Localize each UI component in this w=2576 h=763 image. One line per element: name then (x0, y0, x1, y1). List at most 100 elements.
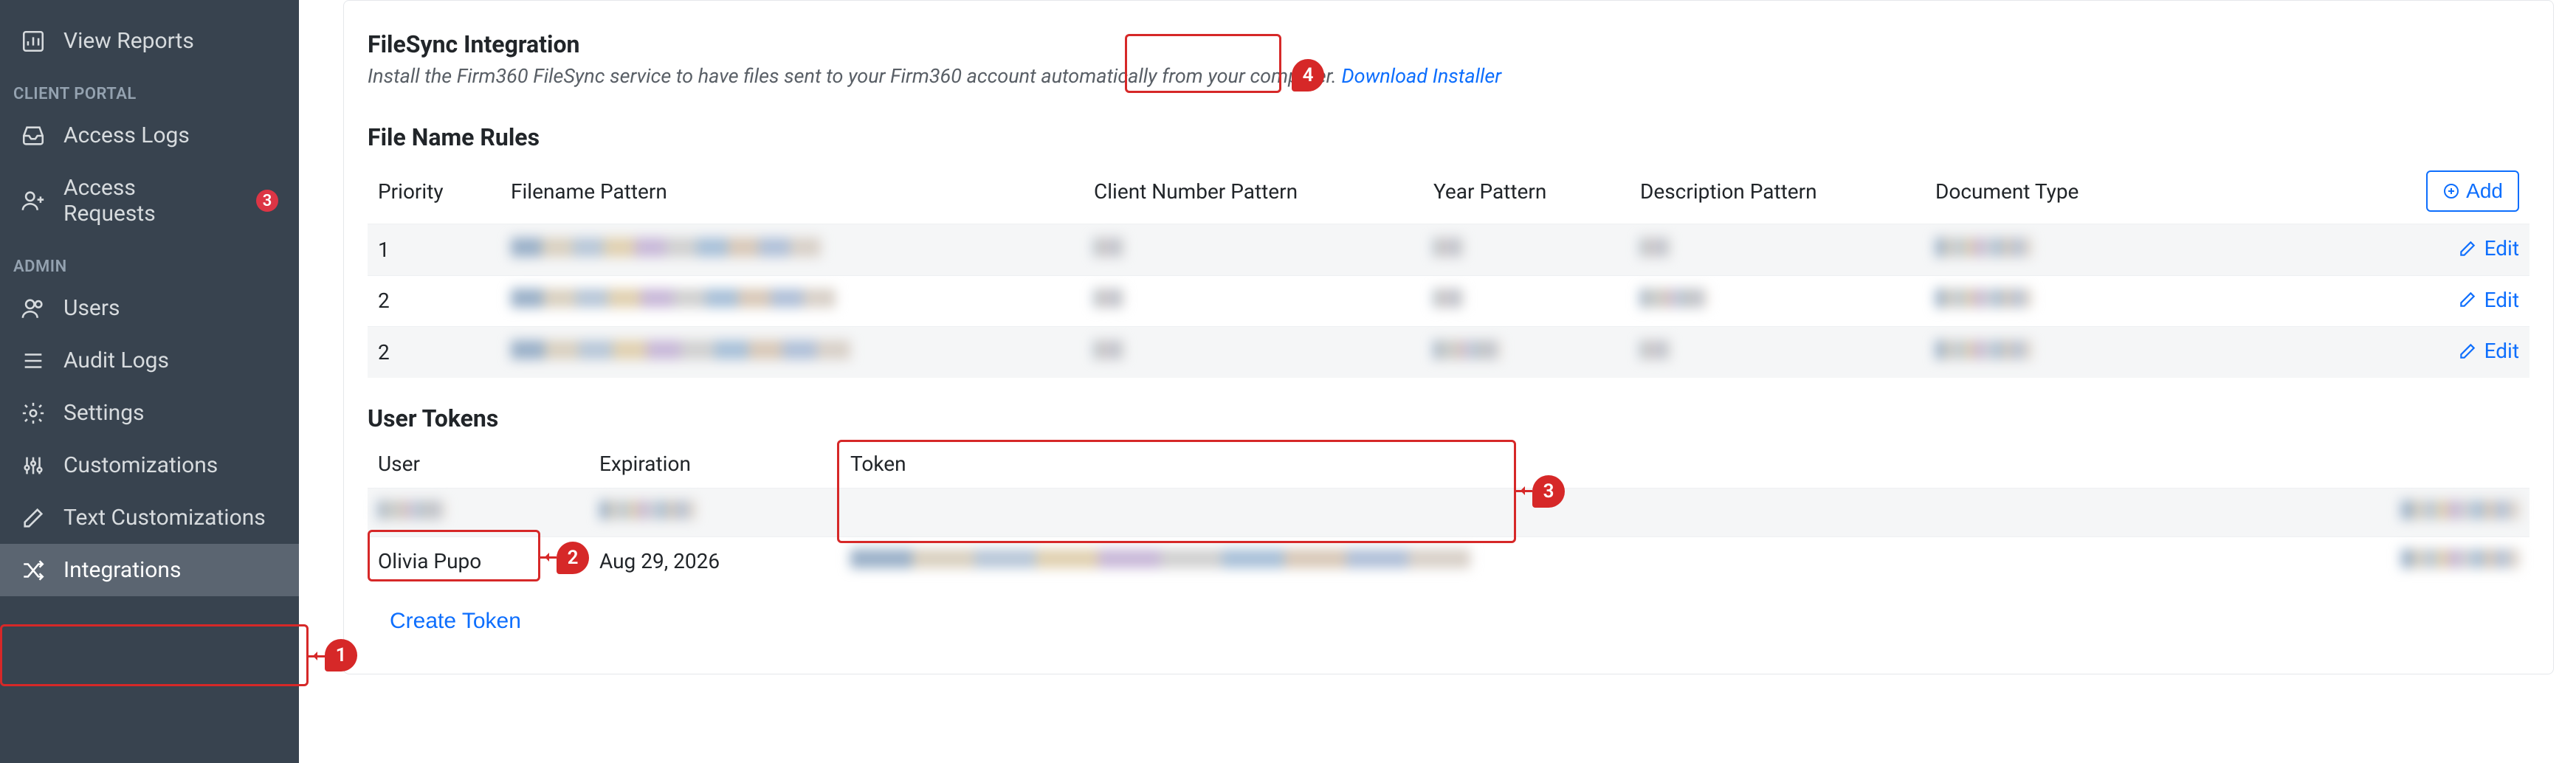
sliders-icon (21, 453, 46, 478)
filesync-title: FileSync Integration (368, 30, 2529, 58)
access-requests-badge: 3 (256, 190, 278, 212)
col-token: Token (840, 440, 2338, 488)
shuffle-icon (21, 558, 46, 583)
redacted-content (2401, 549, 2519, 568)
col-expiration: Expiration (589, 440, 840, 488)
rule-priority: 2 (368, 327, 500, 378)
sidebar-item-label: Text Customizations (63, 505, 266, 531)
file-name-rules-table: Priority Filename Pattern Client Number … (368, 159, 2529, 378)
callout-lead-1 (309, 655, 325, 657)
token-row (368, 488, 2529, 536)
sidebar-item-access-logs[interactable]: Access Logs (0, 109, 299, 162)
report-icon (21, 29, 46, 54)
token-row: Olivia Pupo Aug 29, 2026 (368, 536, 2529, 585)
filesync-desc-text: Install the Firm360 FileSync service to … (368, 64, 1341, 88)
gear-icon (21, 401, 46, 426)
main-content: FileSync Integration Install the Firm360… (299, 0, 2576, 763)
users-icon (21, 296, 46, 321)
rule-priority: 1 (368, 224, 500, 276)
user-tokens-table: User Expiration Token Olivia Pupo (368, 440, 2529, 585)
edit-rule-button[interactable]: Edit (2458, 236, 2519, 260)
edit-rule-label: Edit (2484, 288, 2519, 312)
col-user: User (368, 440, 589, 488)
pencil-icon (2458, 290, 2477, 309)
rule-row: 2 Edit (368, 327, 2529, 378)
redacted-content (1640, 340, 1670, 359)
col-filename-pattern: Filename Pattern (500, 159, 1084, 224)
col-description-pattern: Description Pattern (1630, 159, 1925, 224)
redacted-content (1640, 289, 1707, 308)
col-client-number-pattern: Client Number Pattern (1084, 159, 1423, 224)
redacted-content (1640, 238, 1670, 257)
redacted-content (511, 238, 821, 257)
sidebar-item-users[interactable]: Users (0, 282, 299, 334)
token-user: Olivia Pupo (368, 536, 589, 585)
sidebar-item-access-requests[interactable]: Access Requests 3 (0, 162, 299, 240)
callout-lead-2 (540, 556, 557, 559)
redacted-content (511, 289, 836, 308)
sidebar-item-label: Access Requests (63, 175, 231, 227)
col-year-pattern: Year Pattern (1423, 159, 1630, 224)
pencil-icon (2458, 239, 2477, 258)
redacted-content (1094, 289, 1123, 308)
download-installer-link[interactable]: Download Installer (1341, 64, 1501, 88)
token-expiration: Aug 29, 2026 (589, 536, 840, 585)
add-rule-button[interactable]: Add (2426, 170, 2519, 212)
redacted-token-value (850, 549, 1470, 568)
edit-rule-label: Edit (2484, 339, 2519, 363)
callout-lead-3 (1516, 490, 1532, 492)
edit-rule-label: Edit (2484, 236, 2519, 260)
user-plus-icon (21, 188, 46, 213)
filesync-description: Install the Firm360 FileSync service to … (368, 64, 2529, 88)
rule-row: 1 Edit (368, 224, 2529, 276)
col-document-type: Document Type (1925, 159, 2161, 224)
pencil-icon (2458, 342, 2477, 361)
col-priority: Priority (368, 159, 500, 224)
sidebar-item-label: Settings (63, 400, 145, 426)
sidebar: View Reports CLIENT PORTAL Access Logs A… (0, 0, 299, 763)
redacted-content (1935, 340, 2031, 359)
redacted-content (511, 340, 850, 359)
sidebar-item-label: Users (63, 295, 120, 321)
edit-icon (21, 505, 46, 531)
redacted-content (1094, 238, 1123, 257)
callout-number-4: 4 (1292, 59, 1324, 92)
sidebar-item-text-customizations[interactable]: Text Customizations (0, 491, 299, 544)
redacted-content (378, 500, 444, 519)
file-name-rules-title: File Name Rules (368, 123, 540, 151)
sidebar-item-settings[interactable]: Settings (0, 387, 299, 439)
redacted-content (599, 500, 695, 519)
sidebar-item-label: Audit Logs (63, 348, 169, 373)
callout-number-3: 3 (1532, 475, 1565, 508)
sidebar-item-label: Integrations (63, 557, 181, 583)
sidebar-item-label: View Reports (63, 28, 194, 54)
redacted-content (1433, 238, 1463, 257)
sidebar-item-integrations[interactable]: Integrations (0, 544, 299, 596)
redacted-content (2401, 500, 2519, 519)
filesync-panel: FileSync Integration Install the Firm360… (343, 0, 2554, 674)
edit-rule-button[interactable]: Edit (2458, 339, 2519, 363)
sidebar-item-view-reports[interactable]: View Reports (0, 15, 299, 67)
rule-priority: 2 (368, 275, 500, 327)
sidebar-section-admin: ADMIN (0, 240, 299, 282)
redacted-content (1433, 340, 1500, 359)
redacted-content (1935, 289, 2031, 308)
create-token-button[interactable]: Create Token (368, 598, 543, 644)
redacted-content (1094, 340, 1123, 359)
sidebar-item-label: Access Logs (63, 122, 190, 148)
user-tokens-title: User Tokens (368, 404, 2529, 432)
sidebar-item-audit-logs[interactable]: Audit Logs (0, 334, 299, 387)
edit-rule-button[interactable]: Edit (2458, 288, 2519, 312)
callout-number-1: 1 (325, 639, 357, 671)
redacted-content (1935, 238, 2031, 257)
sidebar-item-label: Customizations (63, 452, 218, 478)
callout-number-2: 2 (557, 542, 589, 574)
plus-icon (2442, 182, 2460, 200)
list-icon (21, 348, 46, 373)
sidebar-item-customizations[interactable]: Customizations (0, 439, 299, 491)
inbox-icon (21, 123, 46, 148)
redacted-content (1433, 289, 1463, 308)
sidebar-section-client-portal: CLIENT PORTAL (0, 67, 299, 109)
add-rule-label: Add (2466, 179, 2503, 203)
rule-row: 2 Edit (368, 275, 2529, 327)
